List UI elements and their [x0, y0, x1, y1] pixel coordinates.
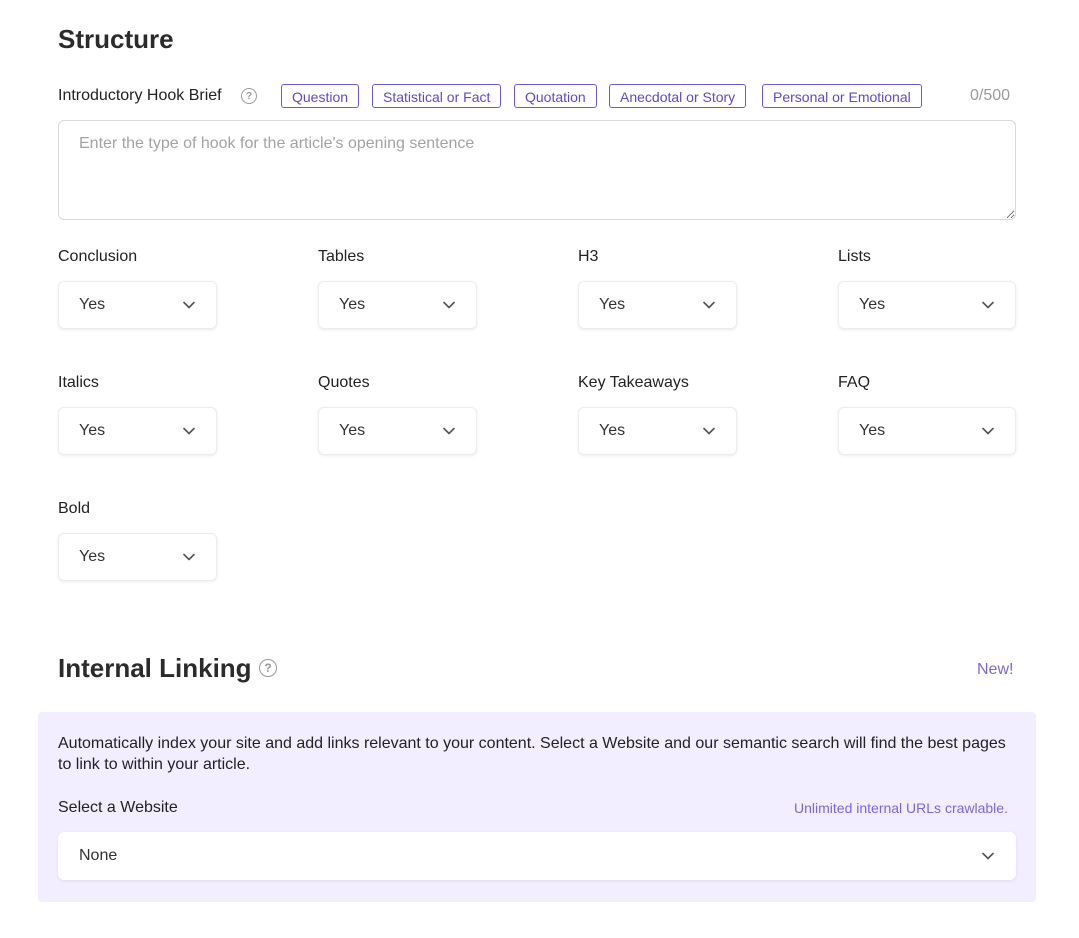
select-website-label: Select a Website [58, 799, 178, 816]
hook-brief-input[interactable] [58, 120, 1016, 220]
help-icon[interactable]: ? [259, 659, 277, 677]
option-label-h3: H3 [578, 248, 599, 265]
chevron-down-icon [182, 550, 196, 564]
quotes-select[interactable]: Yes [318, 407, 477, 455]
bold-select[interactable]: Yes [58, 533, 217, 581]
chip-anecdotal-or-story[interactable]: Anecdotal or Story [609, 84, 747, 108]
structure-title: Structure [58, 24, 174, 54]
lists-select[interactable]: Yes [838, 281, 1016, 329]
option-label-italics: Italics [58, 374, 99, 391]
option-label-quotes: Quotes [318, 374, 370, 391]
chip-statistical-or-fact[interactable]: Statistical or Fact [372, 84, 502, 108]
italics-select[interactable]: Yes [58, 407, 217, 455]
faq-select[interactable]: Yes [838, 407, 1016, 455]
chip-personal-or-emotional[interactable]: Personal or Emotional [762, 84, 922, 108]
conclusion-select[interactable]: Yes [58, 281, 217, 329]
option-label-key-takeaways: Key Takeaways [578, 374, 689, 391]
option-label-bold: Bold [58, 500, 91, 517]
tables-select[interactable]: Yes [318, 281, 477, 329]
chip-question[interactable]: Question [281, 84, 360, 108]
select-value: Yes [599, 422, 626, 439]
chevron-down-icon [182, 298, 196, 312]
option-label-lists: Lists [838, 248, 871, 265]
hook-label: Introductory Hook Brief [58, 87, 222, 104]
option-label-conclusion: Conclusion [58, 248, 138, 265]
select-value: None [79, 847, 118, 864]
select-value: Yes [79, 422, 106, 439]
chevron-down-icon [702, 424, 716, 438]
website-select[interactable]: None [58, 832, 1016, 880]
select-value: Yes [339, 296, 366, 313]
option-label-faq: FAQ [838, 374, 871, 391]
internal-linking-title: Internal Linking [58, 653, 252, 683]
chevron-down-icon [981, 424, 995, 438]
select-value: Yes [859, 422, 886, 439]
chevron-down-icon [981, 298, 995, 312]
key-takeaways-select[interactable]: Yes [578, 407, 737, 455]
chevron-down-icon [182, 424, 196, 438]
select-value: Yes [599, 296, 626, 313]
help-icon[interactable]: ? [241, 88, 257, 104]
select-value: Yes [79, 296, 106, 313]
unlimited-urls-note: Unlimited internal URLs crawlable. [794, 800, 1008, 816]
chevron-down-icon [702, 298, 716, 312]
h3-select[interactable]: Yes [578, 281, 737, 329]
chevron-down-icon [442, 298, 456, 312]
chevron-down-icon [442, 424, 456, 438]
select-value: Yes [339, 422, 366, 439]
internal-linking-description: Automatically index your site and add li… [58, 735, 1006, 773]
select-value: Yes [859, 296, 886, 313]
chip-quotation[interactable]: Quotation [514, 84, 597, 108]
option-label-tables: Tables [318, 248, 365, 265]
chevron-down-icon [981, 849, 995, 863]
new-badge[interactable]: New! [977, 661, 1013, 679]
hook-char-counter: 0/500 [970, 87, 1011, 104]
select-value: Yes [79, 548, 106, 565]
